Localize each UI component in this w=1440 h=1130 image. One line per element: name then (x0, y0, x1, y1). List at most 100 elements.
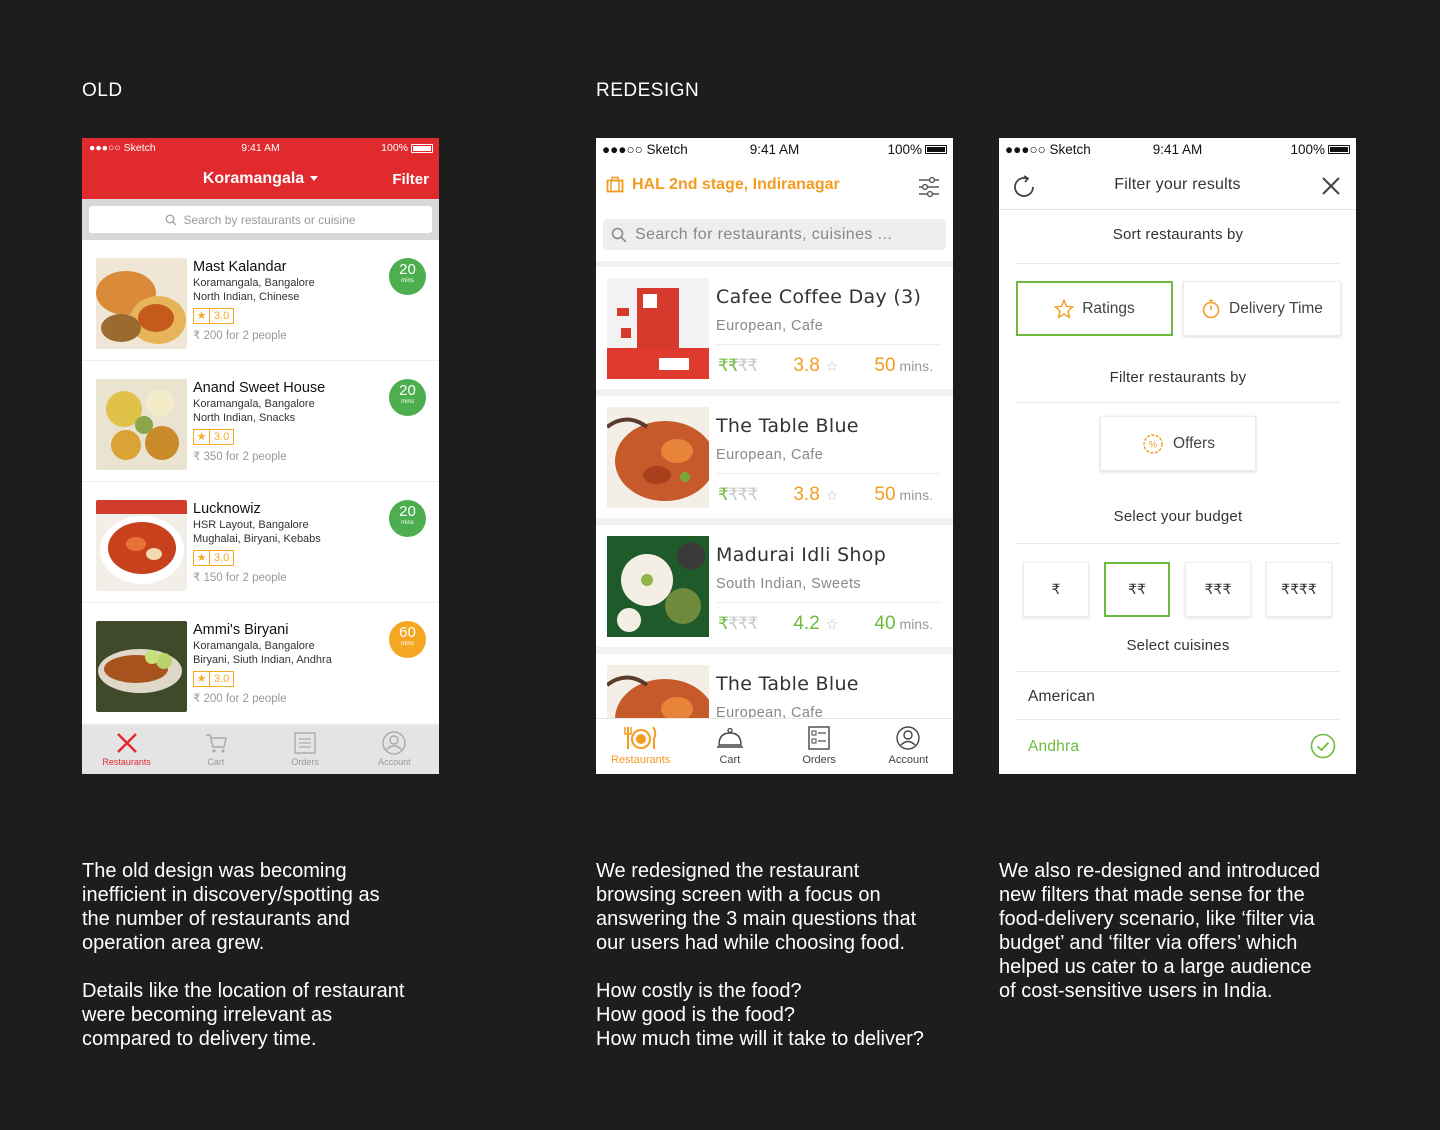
star-icon: ★ (194, 309, 210, 323)
budget-heading: Select your budget (1113, 508, 1243, 525)
restaurant-info: Anand Sweet House Koramangala, Bangalore… (193, 379, 325, 464)
search-bar: Search by restaurants or cuisine (82, 199, 439, 240)
battery-icon (925, 145, 947, 154)
battery-percent: 100% (887, 142, 922, 157)
restaurant-card[interactable]: The Table Blue European, Cafe ₹₹₹₹ 3.8 ☆ … (596, 396, 953, 518)
filter-button[interactable]: Filter (392, 171, 429, 188)
cuisine-option[interactable]: American (1028, 688, 1340, 706)
briefcase-icon (606, 176, 624, 193)
filter-heading: Filter restaurants by (1109, 369, 1247, 386)
sort-ratings-button[interactable]: Ratings (1016, 281, 1173, 336)
restaurant-meta: ₹₹₹₹ 3.8 ☆ 50 mins. (718, 483, 933, 507)
restaurant-cuisine: North Indian, Snacks (193, 412, 296, 424)
tab-bar: Restaurants Cart Orders Account (596, 718, 953, 774)
orders-icon (294, 732, 316, 754)
tab-bar: Restaurants Cart Orders Account (82, 725, 439, 774)
tab-account[interactable]: Account (864, 719, 953, 774)
status-bar: ●●●○○ Sketch 9:41 AM 100% (596, 142, 953, 160)
account-icon (896, 726, 921, 750)
location-selector[interactable]: HAL 2nd stage, Indiranagar (606, 176, 840, 194)
search-icon (611, 227, 627, 243)
list-item[interactable]: Lucknowiz HSR Layout, Bangalore Mughalai… (82, 482, 439, 603)
rating: 3.8 ☆ (793, 355, 839, 376)
restaurant-cuisine: South Indian, Sweets (716, 576, 862, 592)
price-for-two: ₹ 350 for 2 people (193, 451, 287, 463)
orders-icon (808, 726, 830, 750)
budget-option-3[interactable]: ₹₹₹ (1185, 562, 1251, 617)
restaurant-name: Cafee Coffee Day (3) (716, 286, 922, 308)
offers-button[interactable]: % Offers (1100, 416, 1256, 471)
budget-option-1[interactable]: ₹ (1023, 562, 1089, 617)
caret-down-icon (310, 176, 319, 182)
budget-option-4[interactable]: ₹₹₹₹ (1266, 562, 1332, 617)
restaurant-name: Anand Sweet House (193, 380, 326, 396)
cart-icon (205, 734, 227, 753)
tab-restaurants[interactable]: Restaurants (596, 719, 685, 774)
star-icon: ☆ (825, 358, 839, 374)
restaurant-cuisine: European, Cafe (716, 447, 824, 463)
restaurant-name: Mast Kalandar (193, 259, 287, 275)
search-input[interactable]: Search by restaurants or cuisine (89, 206, 432, 233)
location-selector[interactable]: Koramangala (82, 170, 439, 188)
restaurant-name: The Table Blue (716, 673, 859, 695)
restaurant-cuisine: European, Cafe (716, 318, 824, 334)
price-level: ₹₹₹₹ (718, 485, 758, 504)
star-icon: ★ (194, 551, 210, 565)
filter-screen: ●●●○○ Sketch 9:41 AM 100% Filter your re… (999, 138, 1356, 774)
rating: 3.8 ☆ (793, 484, 839, 505)
tab-cart[interactable]: Cart (171, 725, 260, 774)
restaurant-photo (607, 407, 709, 508)
old-label: OLD (82, 80, 123, 101)
tab-orders[interactable]: Orders (775, 719, 864, 774)
battery-icon (1328, 145, 1350, 154)
list-item[interactable]: Mast Kalandar Koramangala, Bangalore Nor… (82, 240, 439, 361)
star-icon (1054, 298, 1075, 319)
tab-orders[interactable]: Orders (261, 725, 350, 774)
svg-text:%: % (1149, 439, 1157, 449)
restaurant-cuisine: Mughalai, Biryani, Kebabs (193, 533, 321, 545)
search-input[interactable]: Search for restaurants, cuisines ... (603, 219, 946, 250)
redesign-header: ●●●○○ Sketch 9:41 AM 100% HAL 2nd stage,… (596, 138, 953, 261)
divider (1016, 671, 1340, 672)
price-for-two: ₹ 200 for 2 people (193, 693, 287, 705)
cuisine-option-selected[interactable]: Andhra (1028, 738, 1340, 756)
restaurant-photo (96, 500, 187, 591)
restaurant-name: Madurai Idli Shop (716, 544, 887, 566)
list-item[interactable]: Ammi's Biryani Koramangala, Bangalore Bi… (82, 603, 439, 724)
offer-tag-icon: % (1143, 433, 1163, 454)
delivery-time: 50 mins. (874, 484, 933, 505)
divider (716, 473, 941, 474)
tab-cart[interactable]: Cart (685, 719, 774, 774)
price-level: ₹₹₹₹ (718, 356, 758, 375)
filter-header: Filter your results (999, 166, 1356, 210)
restaurant-photo (607, 536, 709, 637)
restaurant-card[interactable]: Cafee Coffee Day (3) European, Cafe ₹₹₹₹… (596, 267, 953, 389)
restaurant-cuisine: Biryani, Siuth Indian, Andhra (193, 654, 332, 666)
restaurant-card[interactable]: Madurai Idli Shop South Indian, Sweets ₹… (596, 525, 953, 647)
status-bar: ●●●○○ Sketch 9:41 AM 100% (999, 142, 1356, 160)
tab-account[interactable]: Account (350, 725, 439, 774)
sort-delivery-time-button[interactable]: Delivery Time (1183, 281, 1341, 336)
tab-restaurants[interactable]: Restaurants (82, 725, 171, 774)
divider (1016, 719, 1340, 720)
restaurant-list: Mast Kalandar Koramangala, Bangalore Nor… (82, 240, 439, 723)
divider (716, 344, 941, 345)
restaurant-info: Lucknowiz HSR Layout, Bangalore Mughalai… (193, 500, 321, 585)
filter-caption: We also re-designed and introduced new f… (999, 860, 1320, 1002)
eta-badge: 20 mins (389, 500, 426, 537)
restaurant-meta: ₹₹₹₹ 3.8 ☆ 50 mins. (718, 354, 933, 378)
star-icon: ★ (194, 430, 210, 444)
divider (1016, 543, 1340, 544)
old-caption: The old design was becoming inefficient … (82, 860, 405, 1050)
location-label: Koramangala (202, 170, 305, 187)
rating-badge: ★ 3.0 (193, 671, 235, 687)
budget-option-2[interactable]: ₹₹ (1104, 562, 1170, 617)
list-item[interactable]: Anand Sweet House Koramangala, Bangalore… (82, 361, 439, 482)
restaurant-photo (96, 258, 187, 349)
account-icon (382, 731, 407, 755)
search-placeholder: Search for restaurants, cuisines ... (635, 225, 893, 243)
price-for-two: ₹ 150 for 2 people (193, 572, 287, 584)
filter-sliders-icon[interactable] (917, 175, 941, 204)
rating-badge: ★ 3.0 (193, 550, 235, 566)
close-icon[interactable] (1320, 175, 1342, 202)
